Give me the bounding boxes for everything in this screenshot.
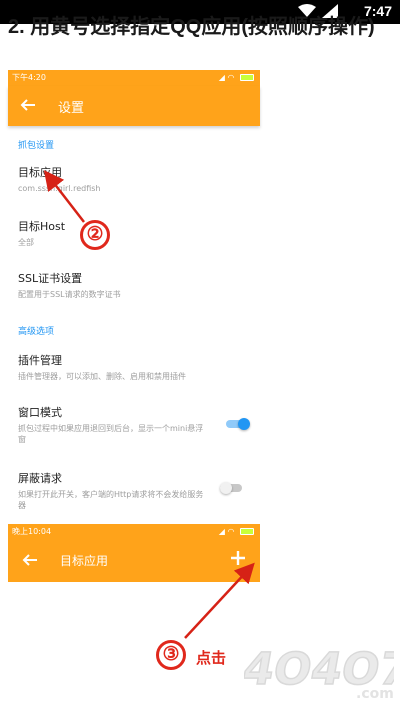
settings-title: 设置 [58, 101, 85, 116]
mini-signal-icon: ◢ [218, 527, 225, 536]
target-app-screenshot: 晚上10:04 ◢ ◠ 目标应用 [8, 524, 260, 582]
setting-target-host[interactable]: 目标Host 全部 [18, 218, 253, 248]
window-mode-toggle[interactable] [226, 418, 250, 430]
section-advanced-options: 高级选项 [18, 327, 55, 337]
setting-title: 屏蔽请求 [18, 472, 62, 485]
mini-battery-icon [240, 74, 254, 81]
settings-screenshot: 下午4:20 ◢ ◠ 设置 抓包设置 目标应用 com.sssh.girl.re… [8, 70, 260, 514]
mini-wifi-icon: ◠ [227, 73, 235, 82]
setting-window-mode[interactable]: 窗口模式 抓包过程中如果应用退回到后台，显示一个mini悬浮窗 [18, 404, 208, 445]
setting-subtitle: 全部 [18, 238, 34, 247]
setting-title: 插件管理 [18, 354, 62, 367]
mini-status-time: 下午4:20 [12, 73, 46, 82]
add-icon[interactable] [228, 548, 248, 568]
setting-title: 窗口模式 [18, 406, 62, 419]
svg-text:.com: .com [356, 686, 394, 702]
mini-battery-icon [240, 528, 254, 535]
mini-signal-icon: ◢ [218, 73, 225, 82]
mini-status-bar: 晚上10:04 ◢ ◠ [8, 524, 260, 540]
step-2-marker: ② [80, 220, 110, 250]
toggle-knob [220, 482, 232, 494]
mini-status-bar: 下午4:20 ◢ ◠ [8, 70, 260, 86]
step-3-label: 点击 [196, 649, 227, 667]
step-3-marker: ③ [156, 640, 186, 670]
target-app-title: 目标应用 [60, 554, 109, 568]
setting-title: 目标Host [18, 220, 66, 233]
article-heading: 2. 用黄号选择指定QQ应用(按照顺序操作) [8, 16, 375, 38]
setting-subtitle: 如果打开此开关，客户端的Http请求将不会发给服务器 [18, 490, 204, 510]
block-requests-toggle[interactable] [220, 482, 244, 494]
target-app-bar: 目标应用 [8, 540, 260, 582]
setting-title: 目标应用 [18, 166, 62, 179]
mini-status-icons: ◢ ◠ [219, 524, 254, 540]
section-capture-settings: 抓包设置 [18, 141, 55, 151]
setting-subtitle: 配置用于SSL请求的数字证书 [18, 290, 121, 299]
mini-status-icons: ◢ ◠ [219, 70, 254, 86]
setting-block-requests[interactable]: 屏蔽请求 如果打开此开关，客户端的Http请求将不会发给服务器 [18, 470, 208, 511]
back-arrow-icon[interactable] [18, 95, 38, 115]
setting-subtitle: 抓包过程中如果应用退回到后台，显示一个mini悬浮窗 [18, 424, 204, 444]
mini-wifi-icon: ◠ [227, 527, 235, 536]
setting-target-app[interactable]: 目标应用 com.sssh.girl.redfish [18, 164, 253, 194]
settings-app-bar: 设置 [8, 86, 260, 126]
site-watermark-logo: 4O4O7 .com [244, 644, 394, 702]
back-arrow-icon[interactable] [20, 550, 40, 570]
mini-status-time: 晚上10:04 [12, 527, 52, 536]
setting-ssl-cert[interactable]: SSL证书设置 配置用于SSL请求的数字证书 [18, 270, 253, 300]
setting-plugin-manager[interactable]: 插件管理 插件管理器，可以添加、删除、启用和禁用插件 [18, 352, 253, 382]
toggle-knob [238, 418, 250, 430]
setting-subtitle: 插件管理器，可以添加、删除、启用和禁用插件 [18, 372, 186, 381]
setting-subtitle: com.sssh.girl.redfish [18, 184, 101, 193]
setting-title: SSL证书设置 [18, 272, 83, 285]
